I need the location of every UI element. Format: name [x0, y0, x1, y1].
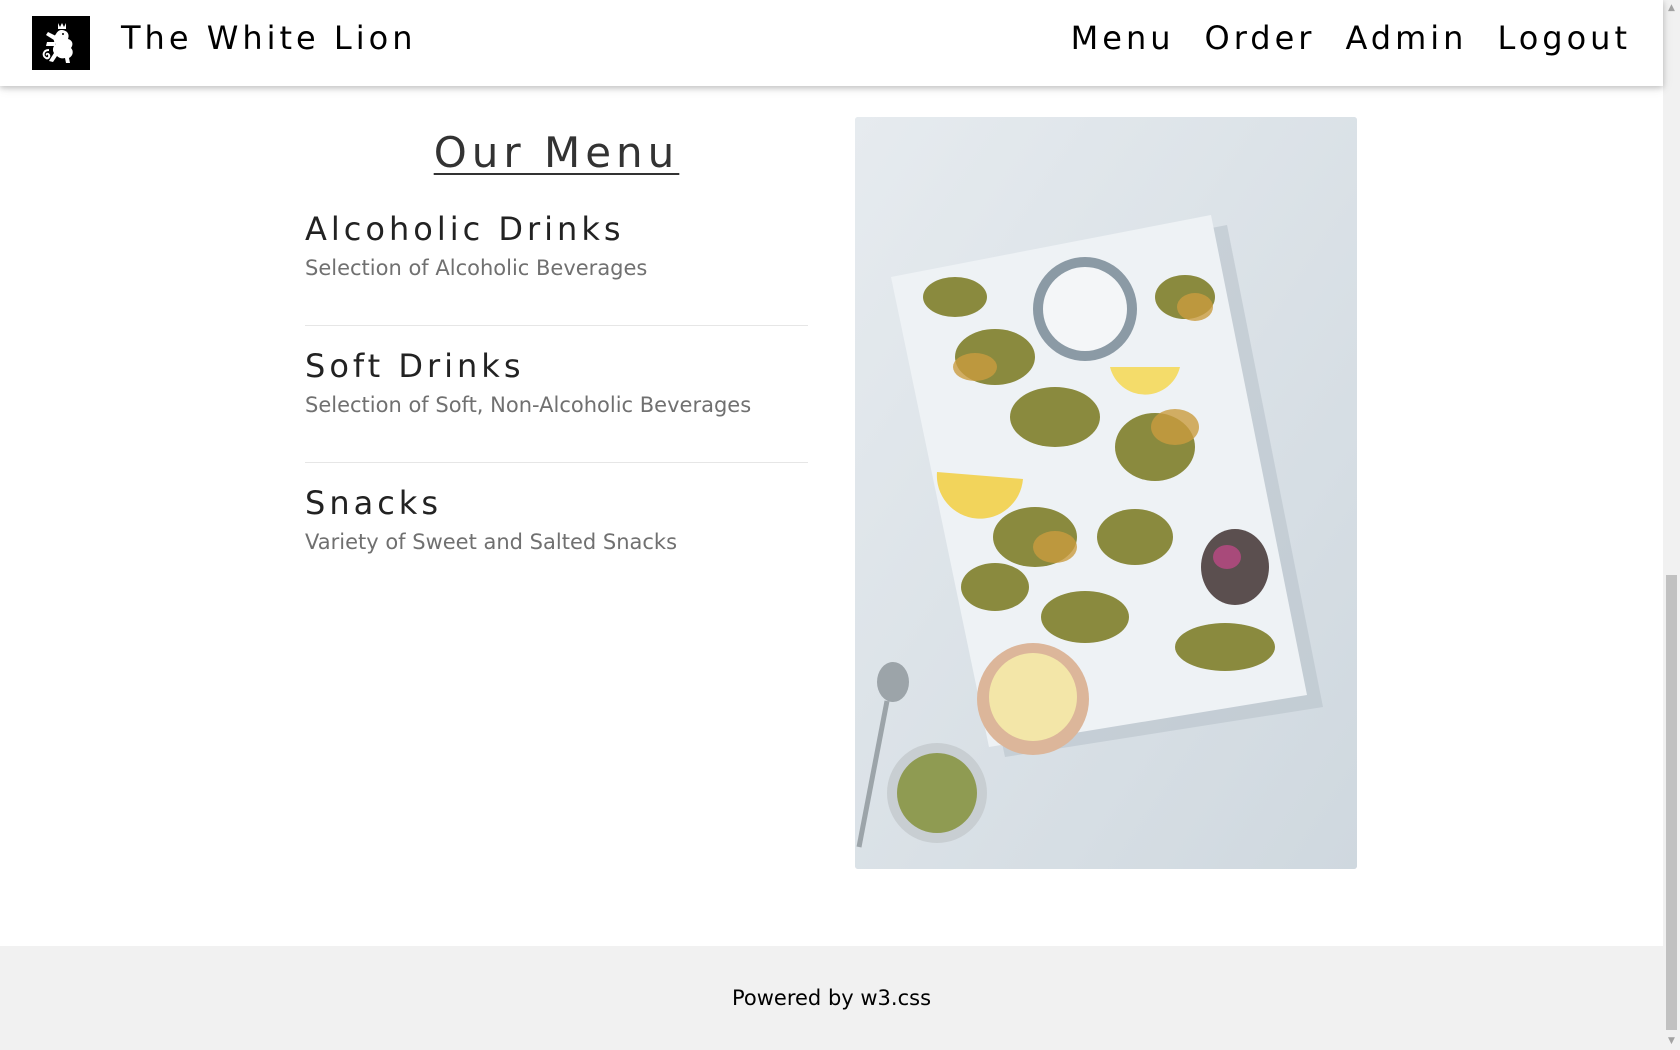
divider: [305, 325, 808, 326]
lion-rampant-icon: [42, 23, 73, 63]
nav-admin[interactable]: Admin: [1345, 18, 1467, 58]
nav-order[interactable]: Order: [1205, 18, 1316, 58]
scroll-up-icon[interactable]: ▲: [1663, 0, 1680, 17]
menu-item-description: Selection of Alcoholic Beverages: [305, 256, 648, 280]
menu-item-description: Variety of Sweet and Salted Snacks: [305, 530, 678, 554]
menu-item-alcoholic-drinks[interactable]: Alcoholic Drinks Selection of Alcoholic …: [305, 209, 808, 325]
scroll-down-icon[interactable]: ▼: [1663, 1033, 1680, 1050]
food-platter-photo: [855, 117, 1357, 869]
scrollbar[interactable]: ▲ ▼: [1663, 0, 1680, 1050]
menu-item-title: Snacks: [305, 484, 442, 522]
menu-item-snacks[interactable]: Snacks Variety of Sweet and Salted Snack…: [305, 483, 808, 557]
menu-item-title: Soft Drinks: [305, 347, 525, 385]
footer-text: Powered by w3.css: [731, 986, 932, 1010]
top-navbar: The White Lion Menu Order Admin Logout: [0, 0, 1663, 86]
menu-item-description: Selection of Soft, Non-Alcoholic Beverag…: [305, 393, 752, 417]
nav-logout[interactable]: Logout: [1497, 18, 1631, 58]
site-title[interactable]: The White Lion: [121, 18, 416, 58]
scroll-thumb[interactable]: [1666, 575, 1677, 1030]
menu-section: Our Menu Alcoholic Drinks Selection of A…: [305, 117, 808, 557]
divider: [305, 462, 808, 463]
page-title: Our Menu: [433, 128, 680, 177]
nav-menu[interactable]: Menu: [1071, 18, 1175, 58]
food-photo-illustration: [855, 117, 1357, 869]
logo[interactable]: [32, 16, 90, 70]
menu-item-title: Alcoholic Drinks: [305, 210, 625, 248]
menu-item-soft-drinks[interactable]: Soft Drinks Selection of Soft, Non-Alcoh…: [305, 346, 808, 462]
main-nav: Menu Order Admin Logout: [1041, 18, 1631, 58]
footer: Powered by w3.css: [0, 946, 1663, 1050]
